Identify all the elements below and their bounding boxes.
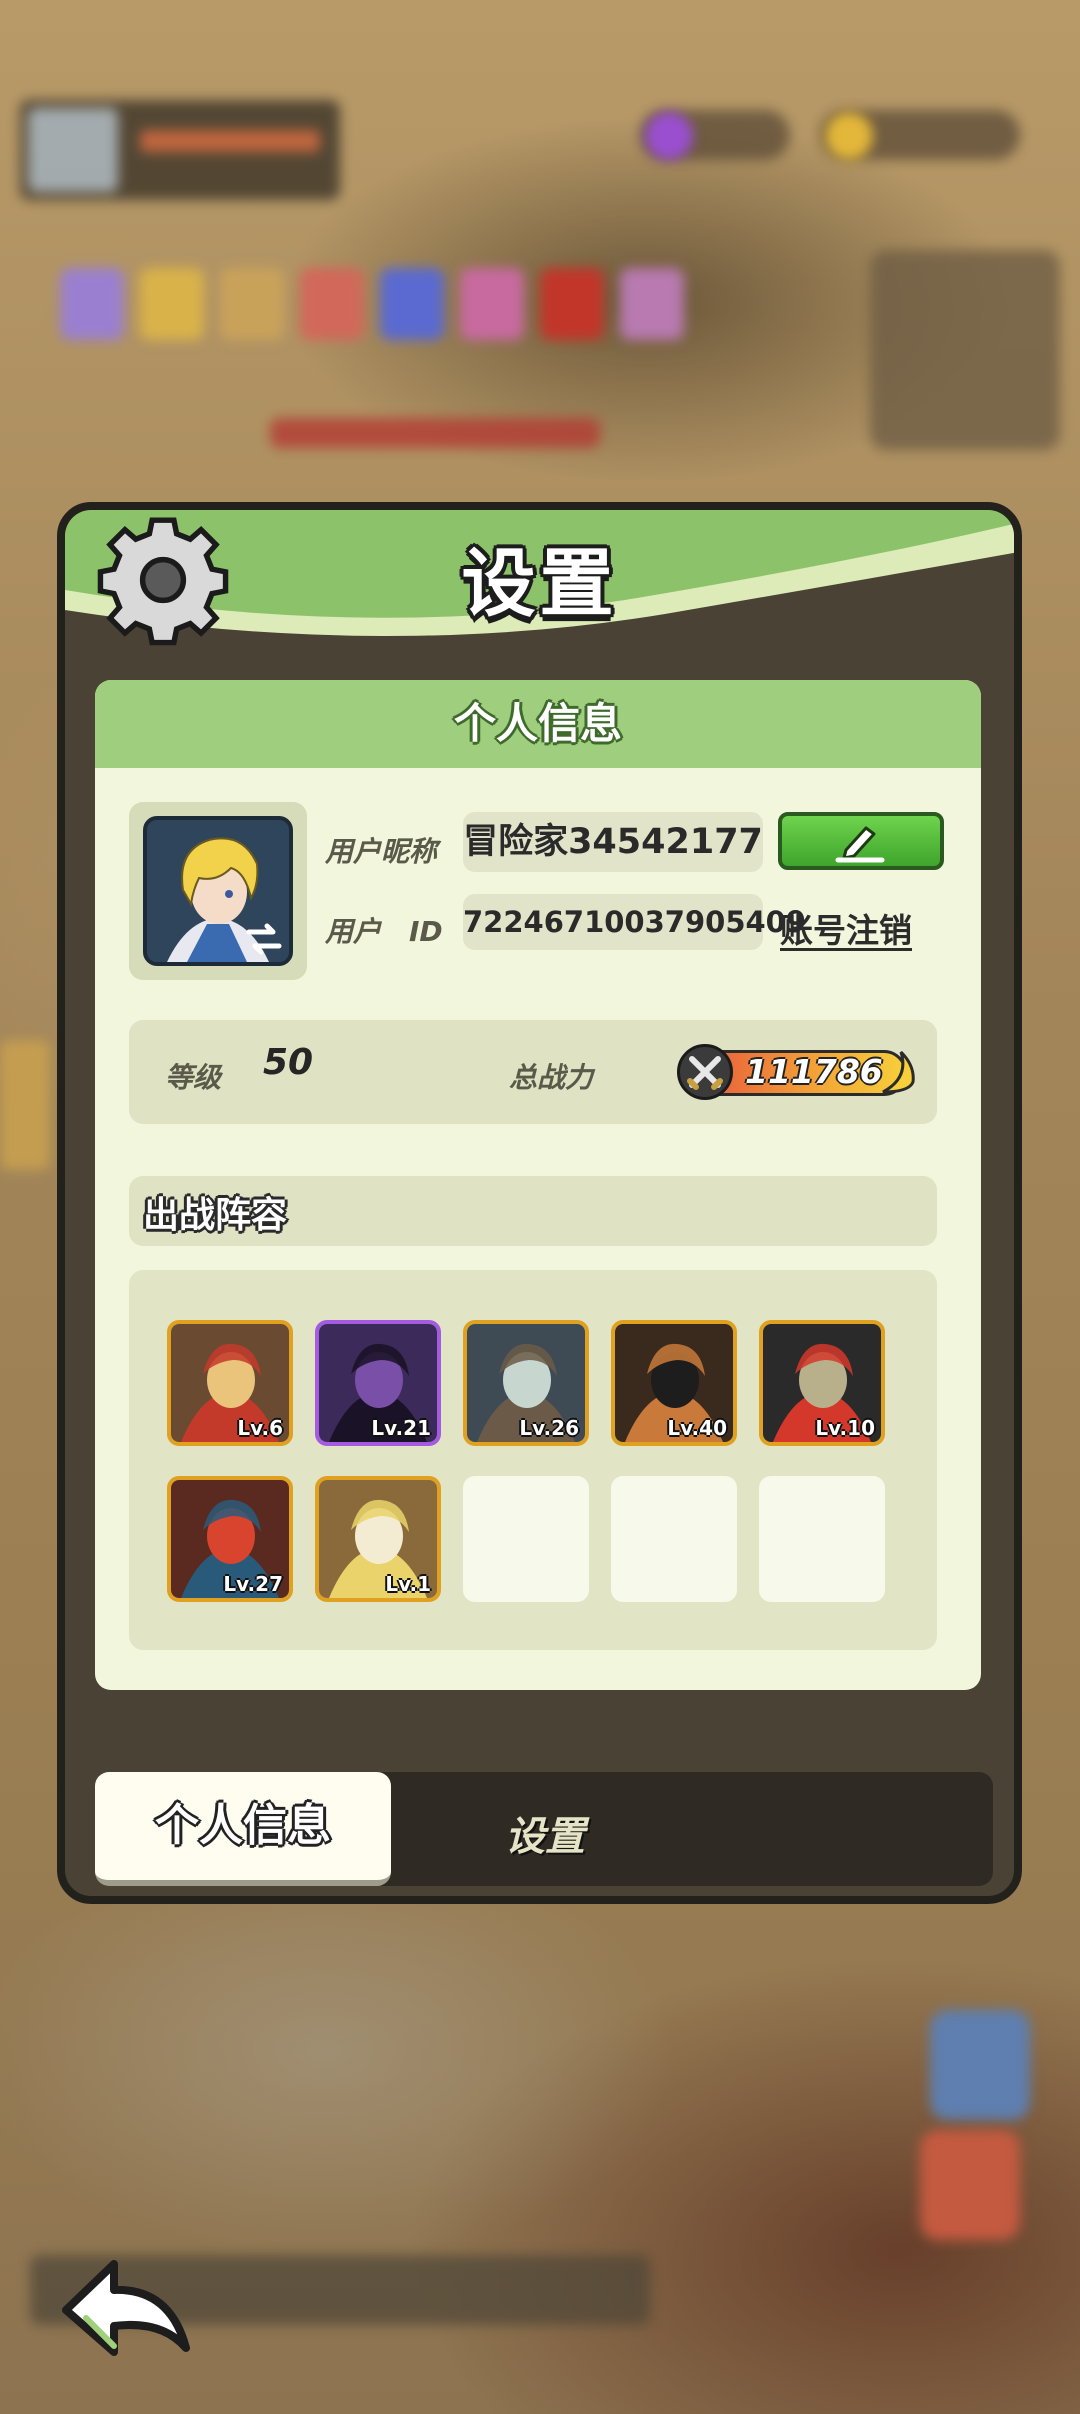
team-lineup: Lv.6 Lv.21 Lv.26 Lv.40 Lv.10 Lv.27 Lv.1 [129,1270,937,1650]
hero-level: Lv.10 [815,1416,875,1440]
bg-hero-icon [620,268,684,340]
bg-hero-icon [380,268,444,340]
bg-hero-icon [220,268,284,340]
bg-hero-icon [60,268,124,340]
gear-icon[interactable] [95,512,231,648]
empty-hero-slot[interactable] [463,1476,589,1602]
bg-hero-icon [540,268,604,340]
crossed-swords-icon [677,1044,733,1100]
hero-level: Lv.26 [519,1416,579,1440]
hero-slot[interactable]: Lv.1 [315,1476,441,1602]
tab-settings[interactable]: 设置 [505,1804,585,1862]
bg-hero-icon [300,268,364,340]
nickname-label: 用户昵称 [325,835,438,868]
bg-hero-icon [140,268,204,340]
empty-hero-slot[interactable] [759,1476,885,1602]
bg-gem-icon [645,112,693,160]
hero-level: Lv.21 [371,1416,431,1440]
level-label: 等级 [165,1061,222,1094]
nickname-field: 冒险家34542177 [463,812,763,872]
hero-slot[interactable]: Lv.21 [315,1320,441,1446]
power-badge: 111786 [677,1044,915,1100]
edit-nickname-button[interactable] [778,812,944,870]
bg-npc [920,2130,1020,2240]
bg-coin-icon [825,112,873,160]
bg-player-bar [20,100,340,200]
bg-side-button [0,1040,50,1170]
cancel-account-link[interactable]: 账号注销 [780,904,912,952]
user-id-field: 72246710037905409 [463,894,806,950]
settings-dialog: 设置 个人信息 用户昵称 冒险家34542177 用户 ID 722467100… [57,502,1022,1904]
swap-arrows-icon [246,923,282,955]
panel-title: 个人信息 [95,680,981,768]
pencil-icon [835,826,885,863]
hero-level: Lv.27 [223,1572,283,1596]
hero-level: Lv.40 [667,1416,727,1440]
bg-npc [930,2010,1030,2120]
hero-slot[interactable]: Lv.10 [759,1320,885,1446]
power-label: 总战力 [509,1061,594,1094]
empty-hero-slot[interactable] [611,1476,737,1602]
bg-hp-bar [270,418,600,448]
hero-level: Lv.6 [237,1416,283,1440]
avatar[interactable] [143,816,293,966]
hero-slot[interactable]: Lv.26 [463,1320,589,1446]
team-header: 出战阵容 [129,1176,937,1246]
profile-panel: 个人信息 用户昵称 冒险家34542177 用户 ID 722467100379… [95,680,981,1690]
bg-minimap [870,250,1060,450]
avatar-frame[interactable] [129,802,307,980]
bg-hero-icon [460,268,524,340]
user-id-label: 用户 ID [325,915,443,948]
hero-slot[interactable]: Lv.27 [167,1476,293,1602]
level-value: 50 [263,1042,314,1083]
team-title: 出战阵容 [143,1195,288,1236]
flame-icon [882,1050,915,1094]
hero-level: Lv.1 [385,1572,431,1596]
power-value: 111786 [745,1052,883,1091]
back-arrow-icon[interactable] [58,2252,196,2362]
hero-slot[interactable]: Lv.6 [167,1320,293,1446]
tab-profile[interactable]: 个人信息 [95,1772,391,1886]
stats-strip: 等级 50 总战力 111786 [129,1020,937,1124]
tab-bar: 个人信息 设置 [95,1772,993,1886]
hero-slot[interactable]: Lv.40 [611,1320,737,1446]
